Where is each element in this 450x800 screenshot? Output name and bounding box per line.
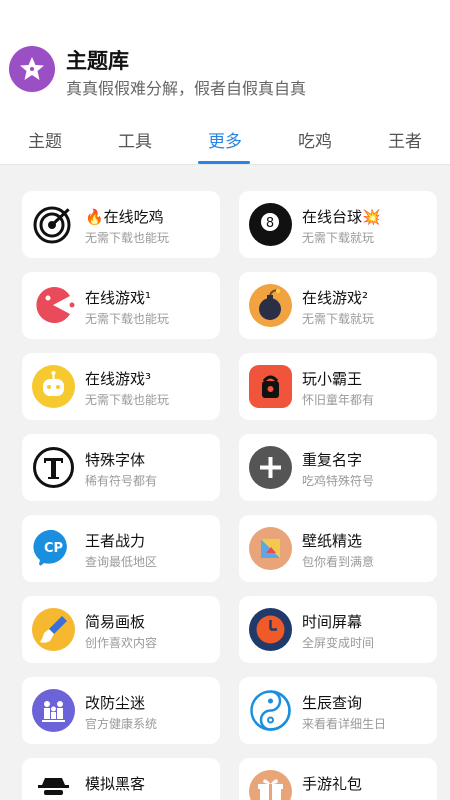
app-subtitle: 真真假假难分解，假者自假真自真 [66, 79, 307, 98]
tab-active-indicator [198, 161, 250, 164]
card-title: 生辰查询 [302, 694, 363, 712]
card-drawing-board[interactable]: 简易画板 创作喜欢内容 [22, 596, 220, 663]
card-online-game-3[interactable]: 在线游戏³ 无需下载也能玩 [22, 353, 220, 420]
tab-theme[interactable]: 主题 [10, 127, 80, 152]
robot-icon [32, 365, 75, 408]
card-desc: 怀旧童年都有 [302, 393, 375, 407]
card-title: 手游礼包 [302, 775, 363, 793]
card-special-font[interactable]: 特殊字体 稀有符号都有 [22, 434, 220, 501]
card-title: 特殊字体 [85, 451, 146, 469]
card-title: 重复名字 [302, 451, 363, 469]
card-desc: 查询最低地区 [85, 555, 158, 569]
card-online-chiji[interactable]: 🔥在线吃鸡 无需下载也能玩 [22, 191, 220, 258]
card-wallpaper[interactable]: 壁纸精选 包你看到满意 [239, 515, 437, 582]
app-header: 主题库 真真假假难分解，假者自假真自真 [0, 0, 450, 113]
card-desc: 无需下载也能玩 [85, 393, 170, 407]
tab-bar: 主题 工具 更多 吃鸡 王者 [0, 113, 450, 165]
card-desc: 无需下载也能玩 [85, 231, 170, 245]
target-icon [32, 203, 75, 246]
card-desc: 来看看详细生日 [302, 717, 387, 731]
svg-text:8: 8 [266, 216, 274, 231]
tab-chiji[interactable]: 吃鸡 [280, 127, 350, 152]
card-title: 王者战力 [85, 532, 146, 550]
tab-more[interactable]: 更多 [190, 127, 260, 152]
card-game-gift[interactable]: 手游礼包 [239, 758, 437, 800]
card-title: 时间屏幕 [302, 613, 363, 631]
pacman-icon [32, 284, 75, 327]
card-title: 在线游戏² [302, 289, 369, 307]
card-title: 简易画板 [85, 613, 146, 631]
card-desc: 无需下载也能玩 [85, 312, 170, 326]
app-logo-star-icon [9, 46, 55, 92]
card-birthday-query[interactable]: 生辰查询 来看看详细生日 [239, 677, 437, 744]
card-desc: 无需下载就玩 [302, 231, 375, 245]
card-title: 在线游戏¹ [85, 289, 152, 307]
card-title: 改防尘迷 [85, 694, 146, 712]
card-title: 🔥在线吃鸡 [85, 208, 164, 226]
game-console-icon [249, 365, 292, 408]
card-title: 玩小霸王 [302, 370, 363, 388]
bomb-icon [249, 284, 292, 327]
card-desc: 官方健康系统 [85, 717, 158, 731]
card-time-screen[interactable]: 时间屏幕 全屏变成时间 [239, 596, 437, 663]
card-repeat-name[interactable]: 重复名字 吃鸡特殊符号 [239, 434, 437, 501]
wallpaper-icon [249, 527, 292, 570]
clock-icon [249, 608, 292, 651]
card-online-billiards[interactable]: 8 在线台球💥 无需下载就玩 [239, 191, 437, 258]
card-desc: 创作喜欢内容 [85, 636, 158, 650]
paintbrush-icon [32, 608, 75, 651]
card-title: 在线游戏³ [85, 370, 152, 388]
card-desc: 全屏变成时间 [302, 636, 375, 650]
tab-tools[interactable]: 工具 [100, 127, 170, 152]
card-title: 在线台球💥 [302, 208, 381, 226]
card-desc: 吃鸡特殊符号 [302, 474, 375, 488]
card-title: 壁纸精选 [302, 532, 363, 550]
card-desc: 无需下载就玩 [302, 312, 375, 326]
card-online-game-1[interactable]: 在线游戏¹ 无需下载也能玩 [22, 272, 220, 339]
card-desc: 包你看到满意 [302, 555, 375, 569]
card-hacker-sim[interactable]: 模拟黑客 [22, 758, 220, 800]
card-xiaobawang[interactable]: 玩小霸王 怀旧童年都有 [239, 353, 437, 420]
card-desc: 稀有符号都有 [85, 474, 158, 488]
gift-icon [249, 770, 292, 800]
family-icon [32, 689, 75, 732]
card-online-game-2[interactable]: 在线游戏² 无需下载就玩 [239, 272, 437, 339]
yin-yang-icon [249, 689, 292, 732]
svg-text:CP: CP [44, 541, 63, 556]
card-title: 模拟黑客 [85, 775, 146, 793]
plus-icon [249, 446, 292, 489]
font-t-icon [32, 446, 75, 489]
hacker-icon [32, 770, 75, 800]
tab-wangzhe[interactable]: 王者 [370, 127, 440, 152]
app-title: 主题库 [66, 49, 129, 73]
card-wangzhe-power[interactable]: CP 王者战力 查询最低地区 [22, 515, 220, 582]
billiard-ball-icon: 8 [249, 203, 292, 246]
cp-chat-icon: CP [32, 527, 75, 570]
card-anti-addiction[interactable]: 改防尘迷 官方健康系统 [22, 677, 220, 744]
